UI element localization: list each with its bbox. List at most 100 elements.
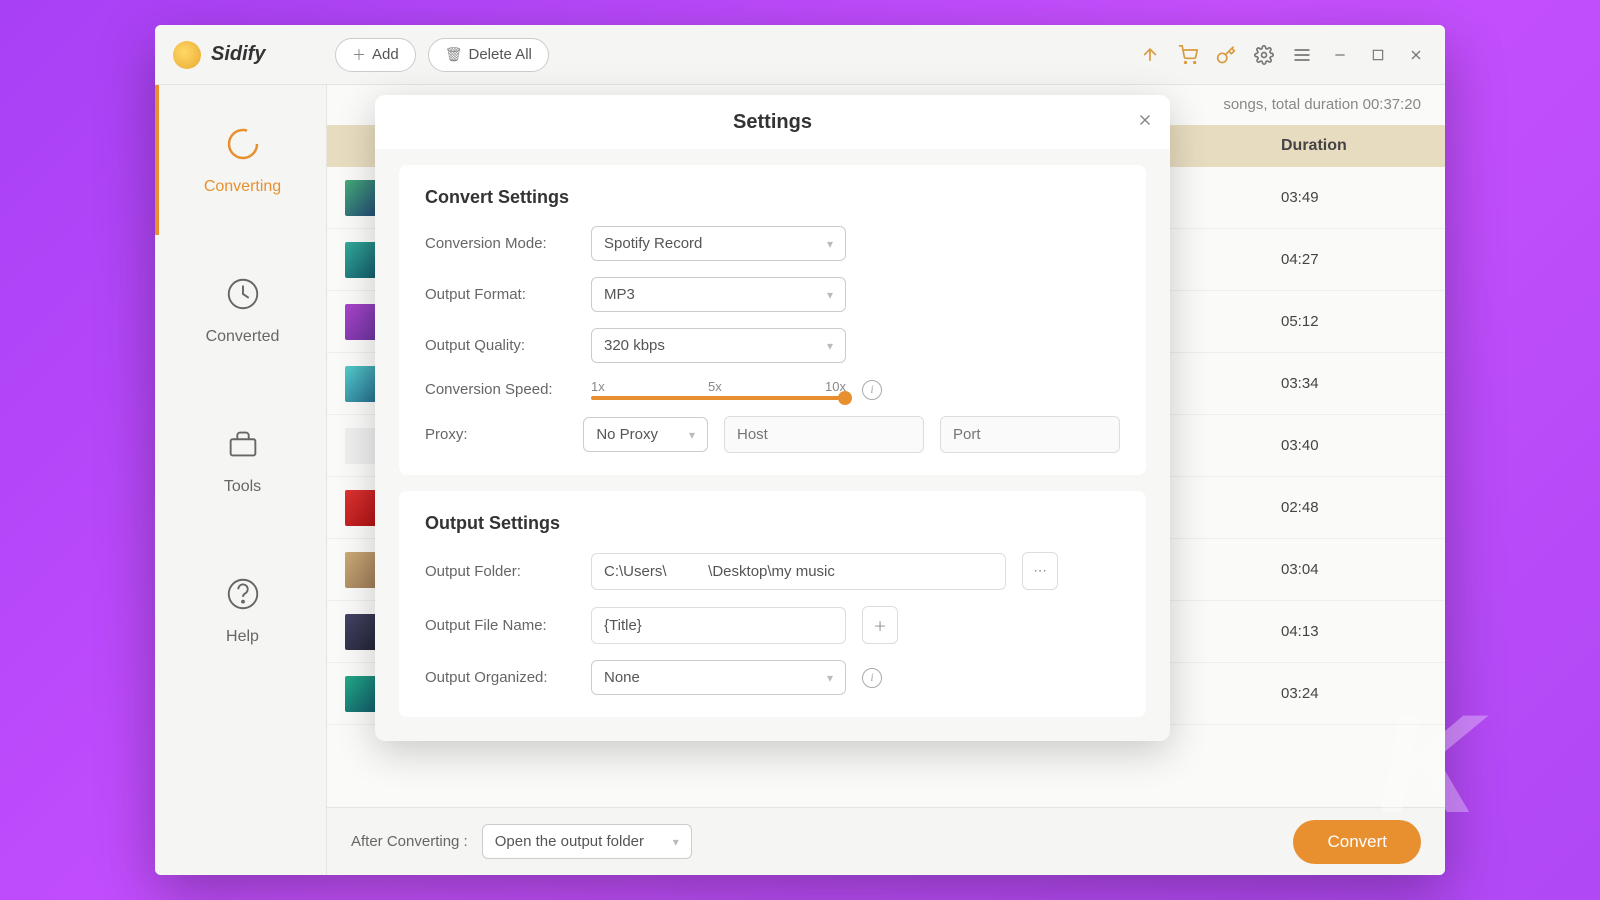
conversion-mode-select[interactable]: Spotify Record ▾ <box>591 226 846 261</box>
minimize-icon[interactable] <box>1329 44 1351 66</box>
convert-settings-title: Convert Settings <box>425 187 1120 208</box>
proxy-label: Proxy: <box>425 426 567 443</box>
settings-modal: Settings Convert Settings Conversion Mod… <box>375 95 1170 741</box>
duration-cell: 04:27 <box>1281 251 1421 268</box>
output-format-row: Output Format: MP3 ▾ <box>425 277 1120 312</box>
output-quality-label: Output Quality: <box>425 337 575 354</box>
slider-ticks: 1x 5x 10x <box>591 379 846 394</box>
conversion-speed-slider[interactable]: 1x 5x 10x <box>591 379 846 400</box>
duration-cell: 03:40 <box>1281 437 1421 454</box>
sidebar-item-label: Converted <box>206 328 280 346</box>
cart-icon[interactable] <box>1177 44 1199 66</box>
duration-cell: 03:24 <box>1281 685 1421 702</box>
after-converting-select[interactable]: Open the output folder ▾ <box>482 824 692 859</box>
sidebar-item-converting[interactable]: Converting <box>155 85 326 235</box>
output-filename-input[interactable] <box>591 607 846 644</box>
app-name: Sidify <box>211 43 265 66</box>
tick-5x: 5x <box>708 379 722 394</box>
sidebar-item-label: Converting <box>204 178 281 196</box>
output-format-value: MP3 <box>604 286 635 303</box>
info-icon[interactable]: i <box>862 380 882 400</box>
duration-cell: 03:34 <box>1281 375 1421 392</box>
chevron-down-icon: ▾ <box>673 835 679 849</box>
add-label: Add <box>372 46 399 63</box>
toolbar: ＋ Add 🗑 Delete All <box>335 38 549 72</box>
proxy-select[interactable]: No Proxy ▾ <box>583 417 708 452</box>
close-icon[interactable] <box>1405 44 1427 66</box>
modal-title: Settings <box>733 111 812 134</box>
output-format-select[interactable]: MP3 ▾ <box>591 277 846 312</box>
output-organized-label: Output Organized: <box>425 669 575 686</box>
slider-track <box>591 396 846 400</box>
maximize-icon[interactable] <box>1367 44 1389 66</box>
output-organized-row: Output Organized: None ▾ i <box>425 660 1120 695</box>
add-filename-token-button[interactable]: ＋ <box>862 606 898 644</box>
chevron-down-icon: ▾ <box>827 237 833 251</box>
converted-icon <box>223 274 263 314</box>
output-settings-panel: Output Settings Output Folder: ⋯ Output … <box>399 491 1146 717</box>
duration-cell: 03:04 <box>1281 561 1421 578</box>
sidebar-item-label: Help <box>226 628 259 646</box>
upgrade-icon[interactable] <box>1139 44 1161 66</box>
modal-header: Settings <box>375 95 1170 149</box>
conversion-mode-row: Conversion Mode: Spotify Record ▾ <box>425 226 1120 261</box>
sidebar-item-help[interactable]: Help <box>155 535 326 685</box>
sidebar-item-tools[interactable]: Tools <box>155 385 326 535</box>
modal-close-button[interactable] <box>1136 111 1154 129</box>
conversion-mode-label: Conversion Mode: <box>425 235 575 252</box>
app-logo: Sidify <box>173 41 323 69</box>
conversion-mode-value: Spotify Record <box>604 235 702 252</box>
output-format-label: Output Format: <box>425 286 575 303</box>
conversion-speed-label: Conversion Speed: <box>425 381 575 398</box>
converting-icon <box>223 124 263 164</box>
after-converting-value: Open the output folder <box>495 833 644 850</box>
output-filename-row: Output File Name: ＋ <box>425 606 1120 644</box>
chevron-down-icon: ▾ <box>827 288 833 302</box>
proxy-row: Proxy: No Proxy ▾ <box>425 416 1120 453</box>
key-icon[interactable] <box>1215 44 1237 66</box>
output-settings-title: Output Settings <box>425 513 1120 534</box>
duration-cell: 02:48 <box>1281 499 1421 516</box>
titlebar: Sidify ＋ Add 🗑 Delete All <box>155 25 1445 85</box>
delete-all-button[interactable]: 🗑 Delete All <box>428 38 549 72</box>
duration-cell: 04:13 <box>1281 623 1421 640</box>
output-folder-row: Output Folder: ⋯ <box>425 552 1120 590</box>
convert-settings-panel: Convert Settings Conversion Mode: Spotif… <box>399 165 1146 475</box>
output-folder-input[interactable] <box>591 553 1006 590</box>
chevron-down-icon: ▾ <box>827 671 833 685</box>
trash-icon: 🗑 <box>445 46 463 63</box>
tick-1x: 1x <box>591 379 605 394</box>
chevron-down-icon: ▾ <box>827 339 833 353</box>
header-duration: Duration <box>1281 137 1421 155</box>
sidebar-item-converted[interactable]: Converted <box>155 235 326 385</box>
proxy-host-input[interactable] <box>724 416 924 453</box>
menu-icon[interactable] <box>1291 44 1313 66</box>
duration-cell: 05:12 <box>1281 313 1421 330</box>
output-organized-value: None <box>604 669 640 686</box>
help-icon <box>223 574 263 614</box>
chevron-down-icon: ▾ <box>689 428 695 442</box>
output-quality-select[interactable]: 320 kbps ▾ <box>591 328 846 363</box>
after-converting-label: After Converting : <box>351 833 468 850</box>
output-folder-label: Output Folder: <box>425 563 575 580</box>
info-icon[interactable]: i <box>862 668 882 688</box>
add-button[interactable]: ＋ Add <box>335 38 416 72</box>
settings-icon[interactable] <box>1253 44 1275 66</box>
bottom-bar: After Converting : Open the output folde… <box>327 807 1445 875</box>
convert-button[interactable]: Convert <box>1293 820 1421 864</box>
output-organized-select[interactable]: None ▾ <box>591 660 846 695</box>
proxy-port-input[interactable] <box>940 416 1120 453</box>
browse-folder-button[interactable]: ⋯ <box>1022 552 1058 590</box>
titlebar-right <box>1139 44 1427 66</box>
conversion-speed-row: Conversion Speed: 1x 5x 10x i <box>425 379 1120 400</box>
app-window: Sidify ＋ Add 🗑 Delete All <box>155 25 1445 875</box>
output-quality-row: Output Quality: 320 kbps ▾ <box>425 328 1120 363</box>
tools-icon <box>223 424 263 464</box>
slider-thumb[interactable] <box>838 391 852 405</box>
sidebar: Converting Converted Tools Help <box>155 85 327 875</box>
duration-cell: 03:49 <box>1281 189 1421 206</box>
logo-icon <box>173 41 201 69</box>
output-filename-label: Output File Name: <box>425 617 575 634</box>
convert-label: Convert <box>1327 832 1387 851</box>
modal-body: Convert Settings Conversion Mode: Spotif… <box>375 149 1170 741</box>
